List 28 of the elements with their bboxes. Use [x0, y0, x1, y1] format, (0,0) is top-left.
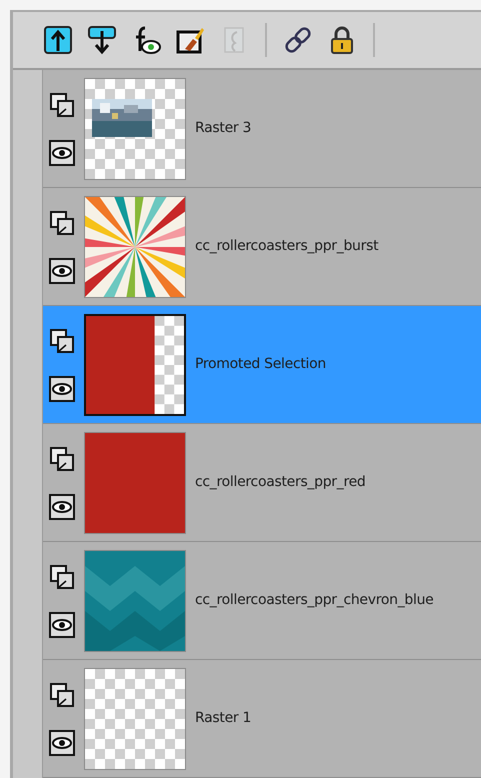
layer-row[interactable]: cc_rollercoasters_ppr_chevron_blue — [43, 542, 481, 660]
eye-icon[interactable] — [49, 376, 75, 402]
layer-icon[interactable] — [49, 446, 75, 472]
layer-icon[interactable] — [49, 564, 75, 590]
layer-name: cc_rollercoasters_ppr_chevron_blue — [195, 591, 434, 610]
layer-row[interactable]: cc_rollercoasters_ppr_burst — [43, 188, 481, 306]
eye-icon[interactable] — [49, 730, 75, 756]
layer-row[interactable]: Promoted Selection — [43, 306, 481, 424]
layer-row[interactable]: Raster 3 — [43, 70, 481, 188]
layer-icon[interactable] — [49, 328, 75, 354]
eye-icon[interactable] — [49, 258, 75, 284]
layer-icon[interactable] — [49, 682, 75, 708]
up-arrow-button[interactable] — [43, 25, 73, 55]
layer-name: cc_rollercoasters_ppr_red — [195, 473, 366, 492]
eye-icon[interactable] — [49, 140, 75, 166]
layer-icon[interactable] — [49, 210, 75, 236]
eye-icon[interactable] — [49, 612, 75, 638]
layer-icon[interactable] — [49, 92, 75, 118]
down-arrow-button[interactable] — [87, 25, 117, 55]
link-button[interactable] — [283, 25, 313, 55]
layer-name: Promoted Selection — [195, 355, 326, 374]
layer-name: cc_rollercoasters_ppr_burst — [195, 237, 378, 256]
layer-row[interactable]: Raster 1 — [43, 660, 481, 778]
brush-button[interactable] — [175, 25, 205, 55]
layer-name: Raster 1 — [195, 709, 252, 728]
layer-name: Raster 3 — [195, 119, 252, 138]
eye-icon[interactable] — [49, 494, 75, 520]
layer-row[interactable]: cc_rollercoasters_ppr_red — [43, 424, 481, 542]
